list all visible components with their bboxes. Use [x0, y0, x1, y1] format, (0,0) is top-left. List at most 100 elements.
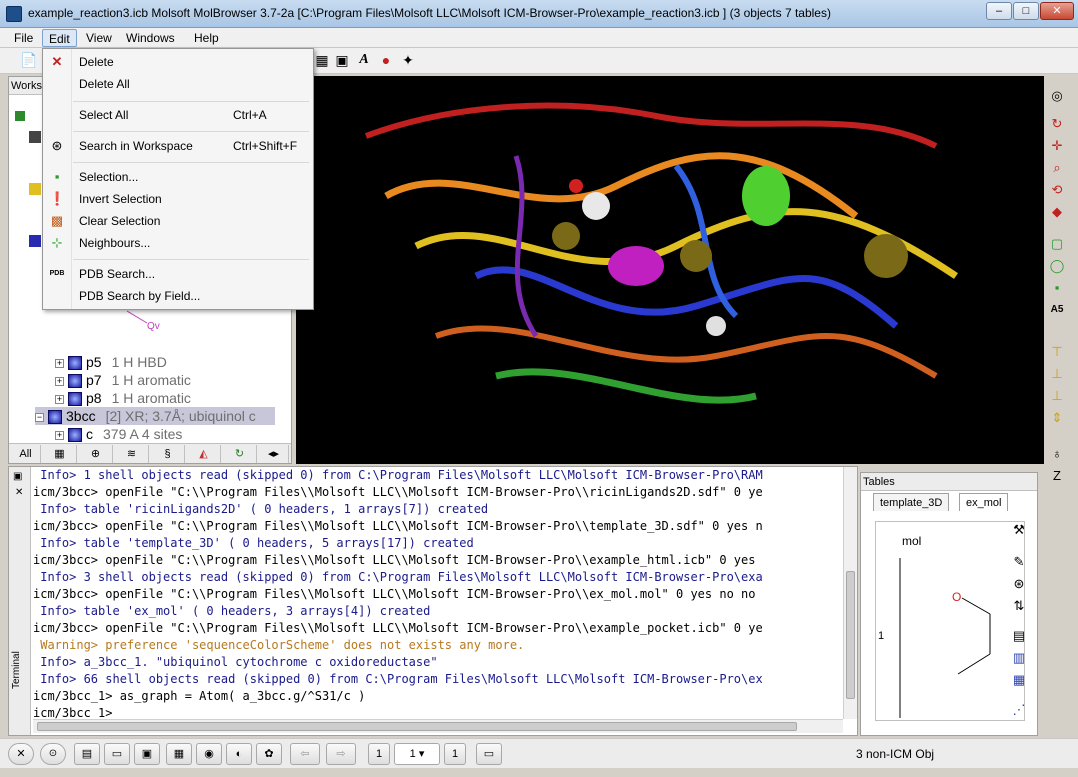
- select-box-icon[interactable]: ▢: [1047, 234, 1067, 254]
- zoom-icon[interactable]: ⌕: [1047, 158, 1067, 178]
- stop-icon[interactable]: ✕: [8, 743, 34, 765]
- clear-selection-icon: ▩: [50, 213, 64, 228]
- tab-sequence-icon[interactable]: §: [151, 445, 185, 463]
- sort-icon[interactable]: ⇅: [1009, 596, 1029, 616]
- box-icon[interactable]: ▣: [334, 52, 350, 68]
- scroll-thumb: [846, 571, 855, 699]
- tab-tables-icon[interactable]: ▦: [43, 445, 77, 463]
- magic-wand-icon[interactable]: ✦: [400, 52, 416, 68]
- go-icon[interactable]: ⊙: [40, 743, 66, 765]
- spin-icon[interactable]: ⟲: [1047, 180, 1067, 200]
- page-field[interactable]: 1: [368, 743, 390, 765]
- terminal-line: icm/3bcc_1>: [33, 706, 120, 719]
- terminal-vertical-scrollbar[interactable]: [843, 467, 857, 719]
- menu-help[interactable]: Help: [188, 29, 225, 47]
- tree-item[interactable]: + p8 1 H aromatic: [55, 389, 291, 407]
- distribute-icon[interactable]: ⇕: [1047, 408, 1067, 428]
- list-view-icon[interactable]: ▥: [1009, 648, 1029, 668]
- terminal-output[interactable]: Info> 1 shell objects read (skipped 0) f…: [33, 467, 841, 719]
- column-header[interactable]: mol: [902, 534, 921, 548]
- table-grid[interactable]: mol 1 O: [875, 521, 1025, 721]
- menu-file[interactable]: File: [8, 29, 39, 47]
- target-icon[interactable]: ◎: [1047, 86, 1067, 106]
- window-title: example_reaction3.icb Molsoft MolBrowser…: [28, 6, 831, 20]
- status-text: 3 non-ICM Obj: [856, 747, 935, 761]
- tab-ex-mol[interactable]: ex_mol: [959, 493, 1009, 511]
- menu-edit[interactable]: Edit: [42, 29, 77, 47]
- menu-item-clear-selection[interactable]: ▩ Clear Selection: [43, 210, 313, 232]
- olive-spheres-left: [552, 222, 580, 250]
- tree-item[interactable]: + c 379 A 4 sites: [55, 425, 291, 443]
- new-file-icon[interactable]: 📄: [20, 52, 37, 68]
- render-sphere-icon[interactable]: ●: [378, 52, 394, 68]
- menu-view[interactable]: View: [80, 29, 118, 47]
- grid-view-icon[interactable]: ▦: [314, 52, 330, 68]
- grid-view-icon[interactable]: ▦: [1009, 670, 1029, 690]
- eye-icon[interactable]: ◐: [226, 743, 252, 765]
- stereo-icon[interactable]: ♁: [1047, 444, 1067, 464]
- page-select[interactable]: 1 ▾: [394, 743, 440, 765]
- monitor-icon[interactable]: ▭: [476, 743, 502, 765]
- tab-template-3d[interactable]: template_3D: [873, 493, 950, 511]
- windows-icon[interactable]: ▤: [74, 743, 100, 765]
- scatter-icon[interactable]: ⋰: [1009, 700, 1029, 720]
- text-label-icon[interactable]: A: [356, 52, 372, 68]
- menu-item-selection[interactable]: ▪ Selection...: [43, 166, 313, 188]
- tree-item[interactable]: + p7 1 H aromatic: [55, 371, 291, 389]
- form-view-icon[interactable]: ▤: [1009, 626, 1029, 646]
- ribbon-helix-green: [495, 368, 757, 404]
- app-icon: [6, 6, 22, 22]
- terminal-line: Warning> preference 'sequenceColorScheme…: [33, 638, 525, 652]
- clip-icon[interactable]: ◆: [1047, 202, 1067, 222]
- panel-icon[interactable]: ▣: [134, 743, 160, 765]
- tab-3d-icon[interactable]: ⊕: [79, 445, 113, 463]
- menu-item-invert-selection[interactable]: ❗ Invert Selection: [43, 188, 313, 210]
- tree-item-selected[interactable]: −3bcc [2] XR; 3.7Å; ubiquinol c: [35, 407, 275, 425]
- window-icon[interactable]: ▭: [104, 743, 130, 765]
- tab-all[interactable]: All: [11, 445, 41, 463]
- bond-line: [126, 310, 148, 324]
- z-icon[interactable]: Z: [1047, 466, 1067, 486]
- menu-item-pdb-search-field[interactable]: PDB Search by Field...: [43, 285, 313, 307]
- menu-item-neighbours[interactable]: ⊹ Neighbours...: [43, 232, 313, 254]
- camera-icon[interactable]: ◉: [196, 743, 222, 765]
- terminal-horizontal-scrollbar[interactable]: [33, 719, 843, 733]
- tab-surface-icon[interactable]: ◭: [187, 445, 221, 463]
- menu-item-pdb-search[interactable]: PDB PDB Search...: [43, 263, 313, 285]
- lasso-icon[interactable]: ◯: [1047, 256, 1067, 276]
- menu-bar: File Edit View Windows Help: [0, 28, 1078, 48]
- pencil-icon[interactable]: ✎: [1009, 552, 1029, 572]
- tab-scroll-icon[interactable]: ◂▸: [259, 445, 289, 463]
- forward-arrow-icon[interactable]: ⇨: [326, 743, 356, 765]
- align-bottom-icon[interactable]: ⊥: [1047, 386, 1067, 406]
- tab-helix-icon[interactable]: ≋: [115, 445, 149, 463]
- menu-item-search-workspace[interactable]: ⊛ Search in Workspace Ctrl+Shift+F: [43, 135, 313, 157]
- rotate-icon[interactable]: ↻: [1047, 114, 1067, 134]
- molecule-3d-viewer[interactable]: [296, 76, 1044, 464]
- back-arrow-icon[interactable]: ⇦: [290, 743, 320, 765]
- olive-spheres-right: [864, 234, 908, 278]
- tab-refresh-icon[interactable]: ↻: [223, 445, 257, 463]
- page-total[interactable]: 1: [444, 743, 466, 765]
- selection-icon: ▪: [54, 169, 60, 184]
- minimize-button[interactable]: –: [986, 2, 1012, 20]
- terminal-close-icon[interactable]: ✕: [15, 487, 23, 498]
- binoculars-icon[interactable]: ⊛: [1009, 574, 1029, 594]
- select-atoms-icon[interactable]: ▪: [1047, 278, 1067, 298]
- translate-icon[interactable]: ✛: [1047, 136, 1067, 156]
- table-icon[interactable]: ▦: [166, 743, 192, 765]
- menu-windows[interactable]: Windows: [120, 29, 181, 47]
- menu-item-delete-all[interactable]: Delete All: [43, 73, 313, 95]
- a5-icon[interactable]: A5: [1047, 300, 1067, 320]
- align-middle-icon[interactable]: ⊥: [1047, 364, 1067, 384]
- maximize-button[interactable]: □: [1013, 2, 1039, 20]
- hammer-icon[interactable]: ⚒: [1009, 520, 1029, 540]
- menu-item-delete[interactable]: ✕ Delete: [43, 51, 313, 73]
- align-top-icon[interactable]: ⊤: [1047, 342, 1067, 362]
- render-icon[interactable]: ✿: [256, 743, 282, 765]
- tables-title: Tables: [861, 473, 1037, 491]
- close-button[interactable]: ✕: [1040, 2, 1074, 20]
- float-icon[interactable]: ▣: [13, 471, 22, 482]
- tree-item[interactable]: + p5 1 H HBD: [55, 353, 291, 371]
- menu-item-select-all[interactable]: Select All Ctrl+A: [43, 104, 313, 126]
